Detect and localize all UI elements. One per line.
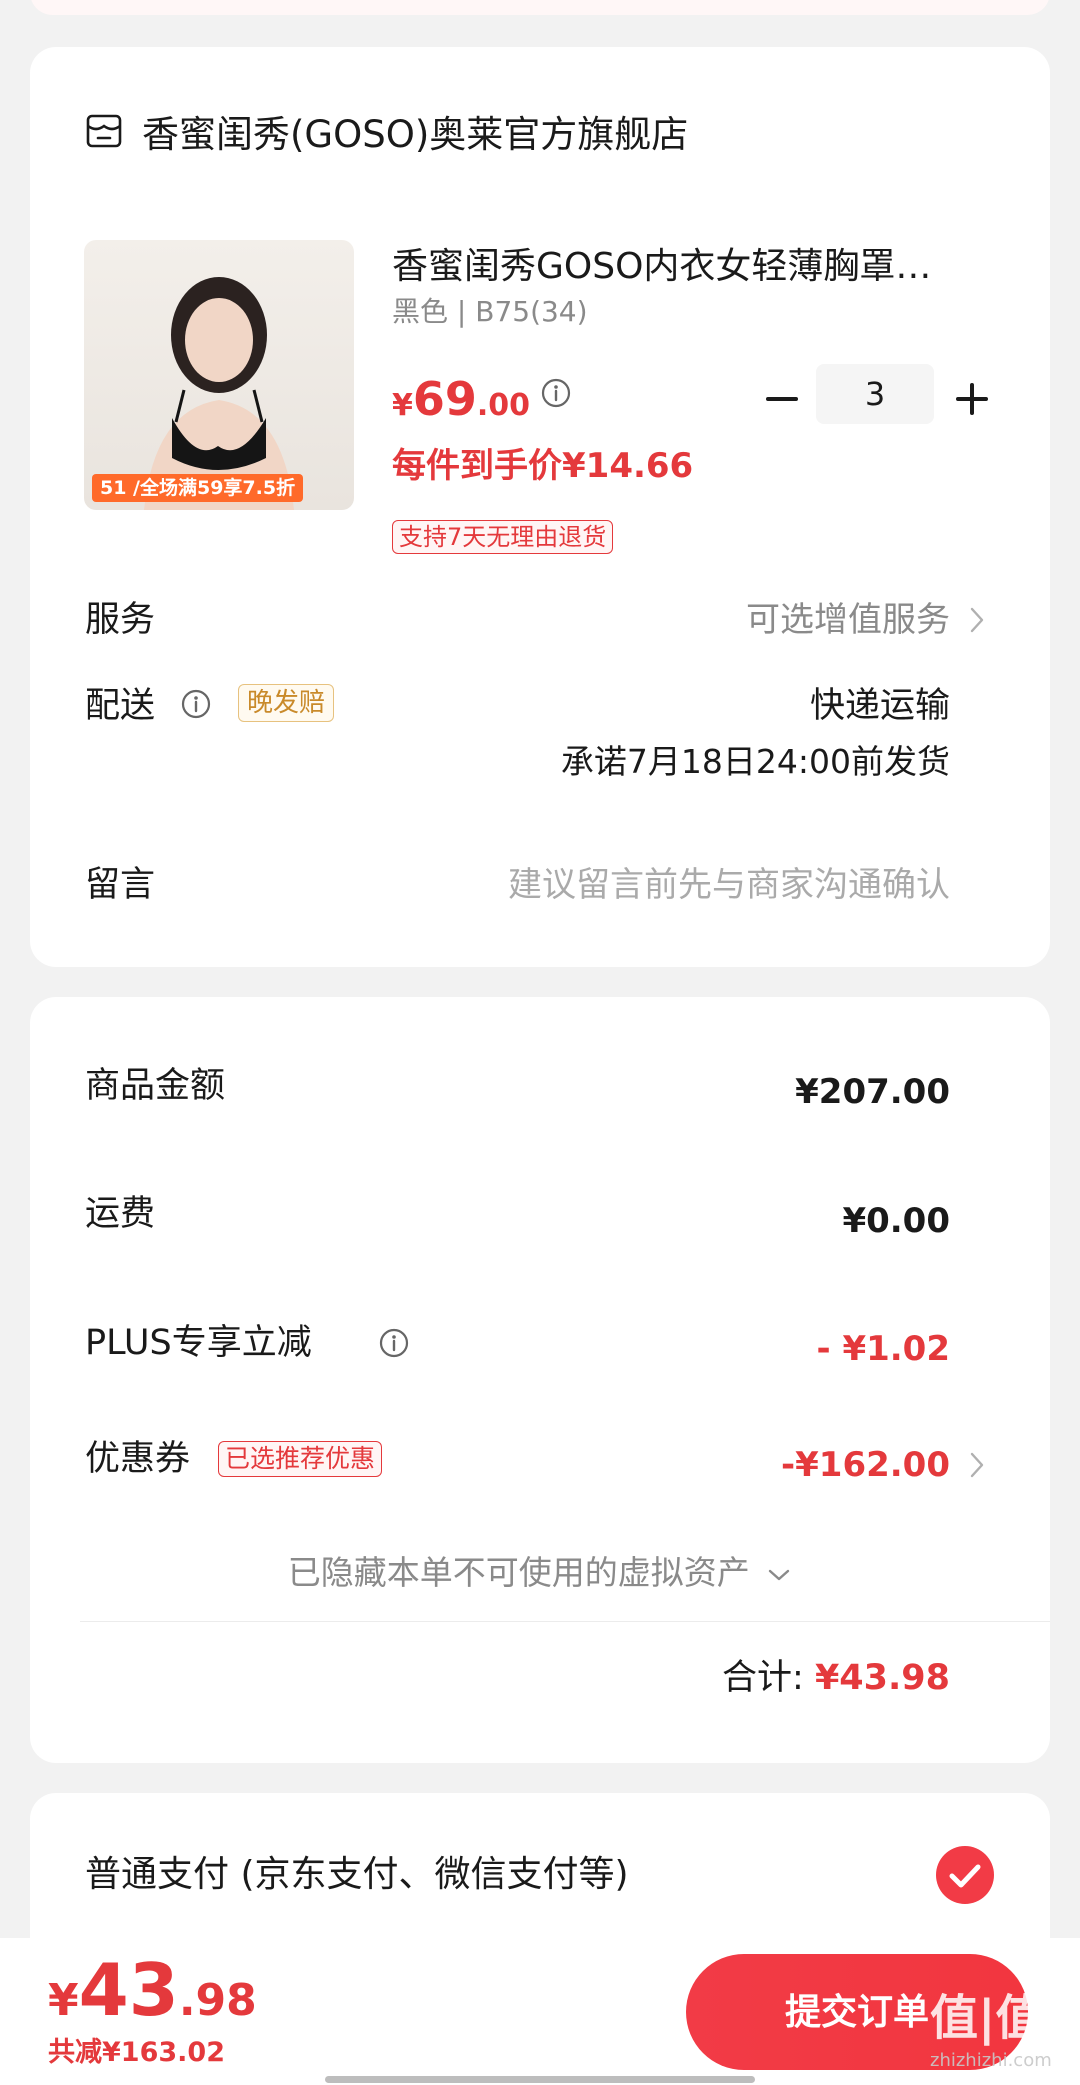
- plus-discount-label: PLUS专享立减: [85, 1323, 312, 1363]
- product-image[interactable]: 51 /全场满59享7.5折: [84, 240, 354, 510]
- plus-info-icon[interactable]: [378, 1327, 410, 1359]
- shipping-label: 运费: [85, 1194, 156, 1234]
- total-label: 合计:: [722, 1658, 804, 1698]
- quantity-input[interactable]: 3: [816, 364, 934, 424]
- product-photo-illustration: [144, 277, 294, 510]
- previous-section-card: [30, 0, 1050, 15]
- price-integer: 69: [412, 372, 477, 426]
- product-price: ¥69.00: [392, 372, 530, 437]
- delivery-label: 配送: [85, 686, 156, 726]
- chevron-down-icon: [769, 1569, 790, 1580]
- final-price-symbol: ¥: [48, 1975, 79, 2026]
- product-spec[interactable]: 黑色 | B75(34): [392, 294, 588, 330]
- price-summary-card: 商品金额 ¥207.00 运费 ¥0.00 PLUS专享立减 - ¥1.02 优…: [30, 997, 1050, 1763]
- store-icon: [86, 114, 122, 148]
- return-policy-tag: 支持7天无理由退货: [392, 520, 614, 554]
- service-option[interactable]: 可选增值服务: [746, 598, 950, 642]
- product-title[interactable]: 香蜜闺秀GOSO内衣女轻薄胸罩…: [392, 245, 982, 289]
- check-circle-icon[interactable]: [935, 1845, 995, 1905]
- plus-discount-value: - ¥1.02: [816, 1329, 951, 1369]
- late-delivery-compensation-tag: 晚发赔: [238, 684, 335, 722]
- delivery-method[interactable]: 快递运输: [810, 684, 950, 728]
- quantity-decrease-button[interactable]: [760, 377, 804, 421]
- store-order-card: 香蜜闺秀(GOSO)奥莱官方旗舰店 51 /全场满59享7.5折 香蜜闺秀GOS…: [30, 47, 1050, 967]
- delivery-promise: 承诺7月18日24:00前发货: [560, 742, 950, 781]
- final-price-decimal: .98: [178, 1975, 257, 2026]
- delivery-info-icon[interactable]: [180, 688, 212, 720]
- promo-badge: 51 /全场满59享7.5折: [92, 474, 304, 502]
- service-label: 服务: [85, 600, 156, 640]
- unit-final-price: 每件到手价¥14.66: [392, 446, 694, 486]
- message-label: 留言: [85, 865, 156, 905]
- goods-amount-value: ¥207.00: [795, 1072, 950, 1112]
- checkout-bar: ¥43.98 共减¥163.02 提交订单 值|值|值 zhizhizhi.co…: [0, 1938, 1080, 2085]
- final-price-integer: 43: [78, 1948, 179, 2032]
- chevron-right-icon[interactable]: [966, 1448, 988, 1482]
- coupon-label: 优惠券: [85, 1439, 191, 1479]
- price-symbol: ¥: [392, 388, 413, 423]
- price-info-icon[interactable]: [540, 377, 572, 409]
- divider: [80, 1621, 1050, 1622]
- watermark-url: zhizhizhi.com: [930, 2050, 1052, 2071]
- total-row: 合计: ¥43.98: [722, 1656, 950, 1700]
- store-name[interactable]: 香蜜闺秀(GOSO)奥莱官方旗舰店: [142, 113, 688, 157]
- price-decimal: .00: [476, 388, 531, 423]
- total-savings: 共减¥163.02: [48, 2037, 225, 2068]
- goods-amount-label: 商品金额: [85, 1066, 226, 1106]
- hidden-assets-text: 已隐藏本单不可使用的虚拟资产: [287, 1553, 750, 1592]
- message-input[interactable]: 建议留言前先与商家沟通确认: [508, 863, 950, 907]
- watermark-logo: 值|值|值: [930, 1990, 1080, 2046]
- payment-method-label[interactable]: 普通支付 (京东支付、微信支付等): [85, 1853, 629, 1897]
- final-price: ¥43.98: [48, 1950, 257, 2050]
- hidden-assets-toggle[interactable]: 已隐藏本单不可使用的虚拟资产: [30, 1551, 1050, 1595]
- shipping-value: ¥0.00: [842, 1201, 950, 1241]
- quantity-increase-button[interactable]: [950, 377, 994, 421]
- home-indicator[interactable]: [325, 2076, 755, 2083]
- chevron-right-icon[interactable]: [966, 603, 988, 637]
- coupon-recommended-tag: 已选推荐优惠: [218, 1441, 383, 1477]
- total-value: ¥43.98: [814, 1658, 950, 1698]
- coupon-value[interactable]: -¥162.00: [781, 1443, 950, 1487]
